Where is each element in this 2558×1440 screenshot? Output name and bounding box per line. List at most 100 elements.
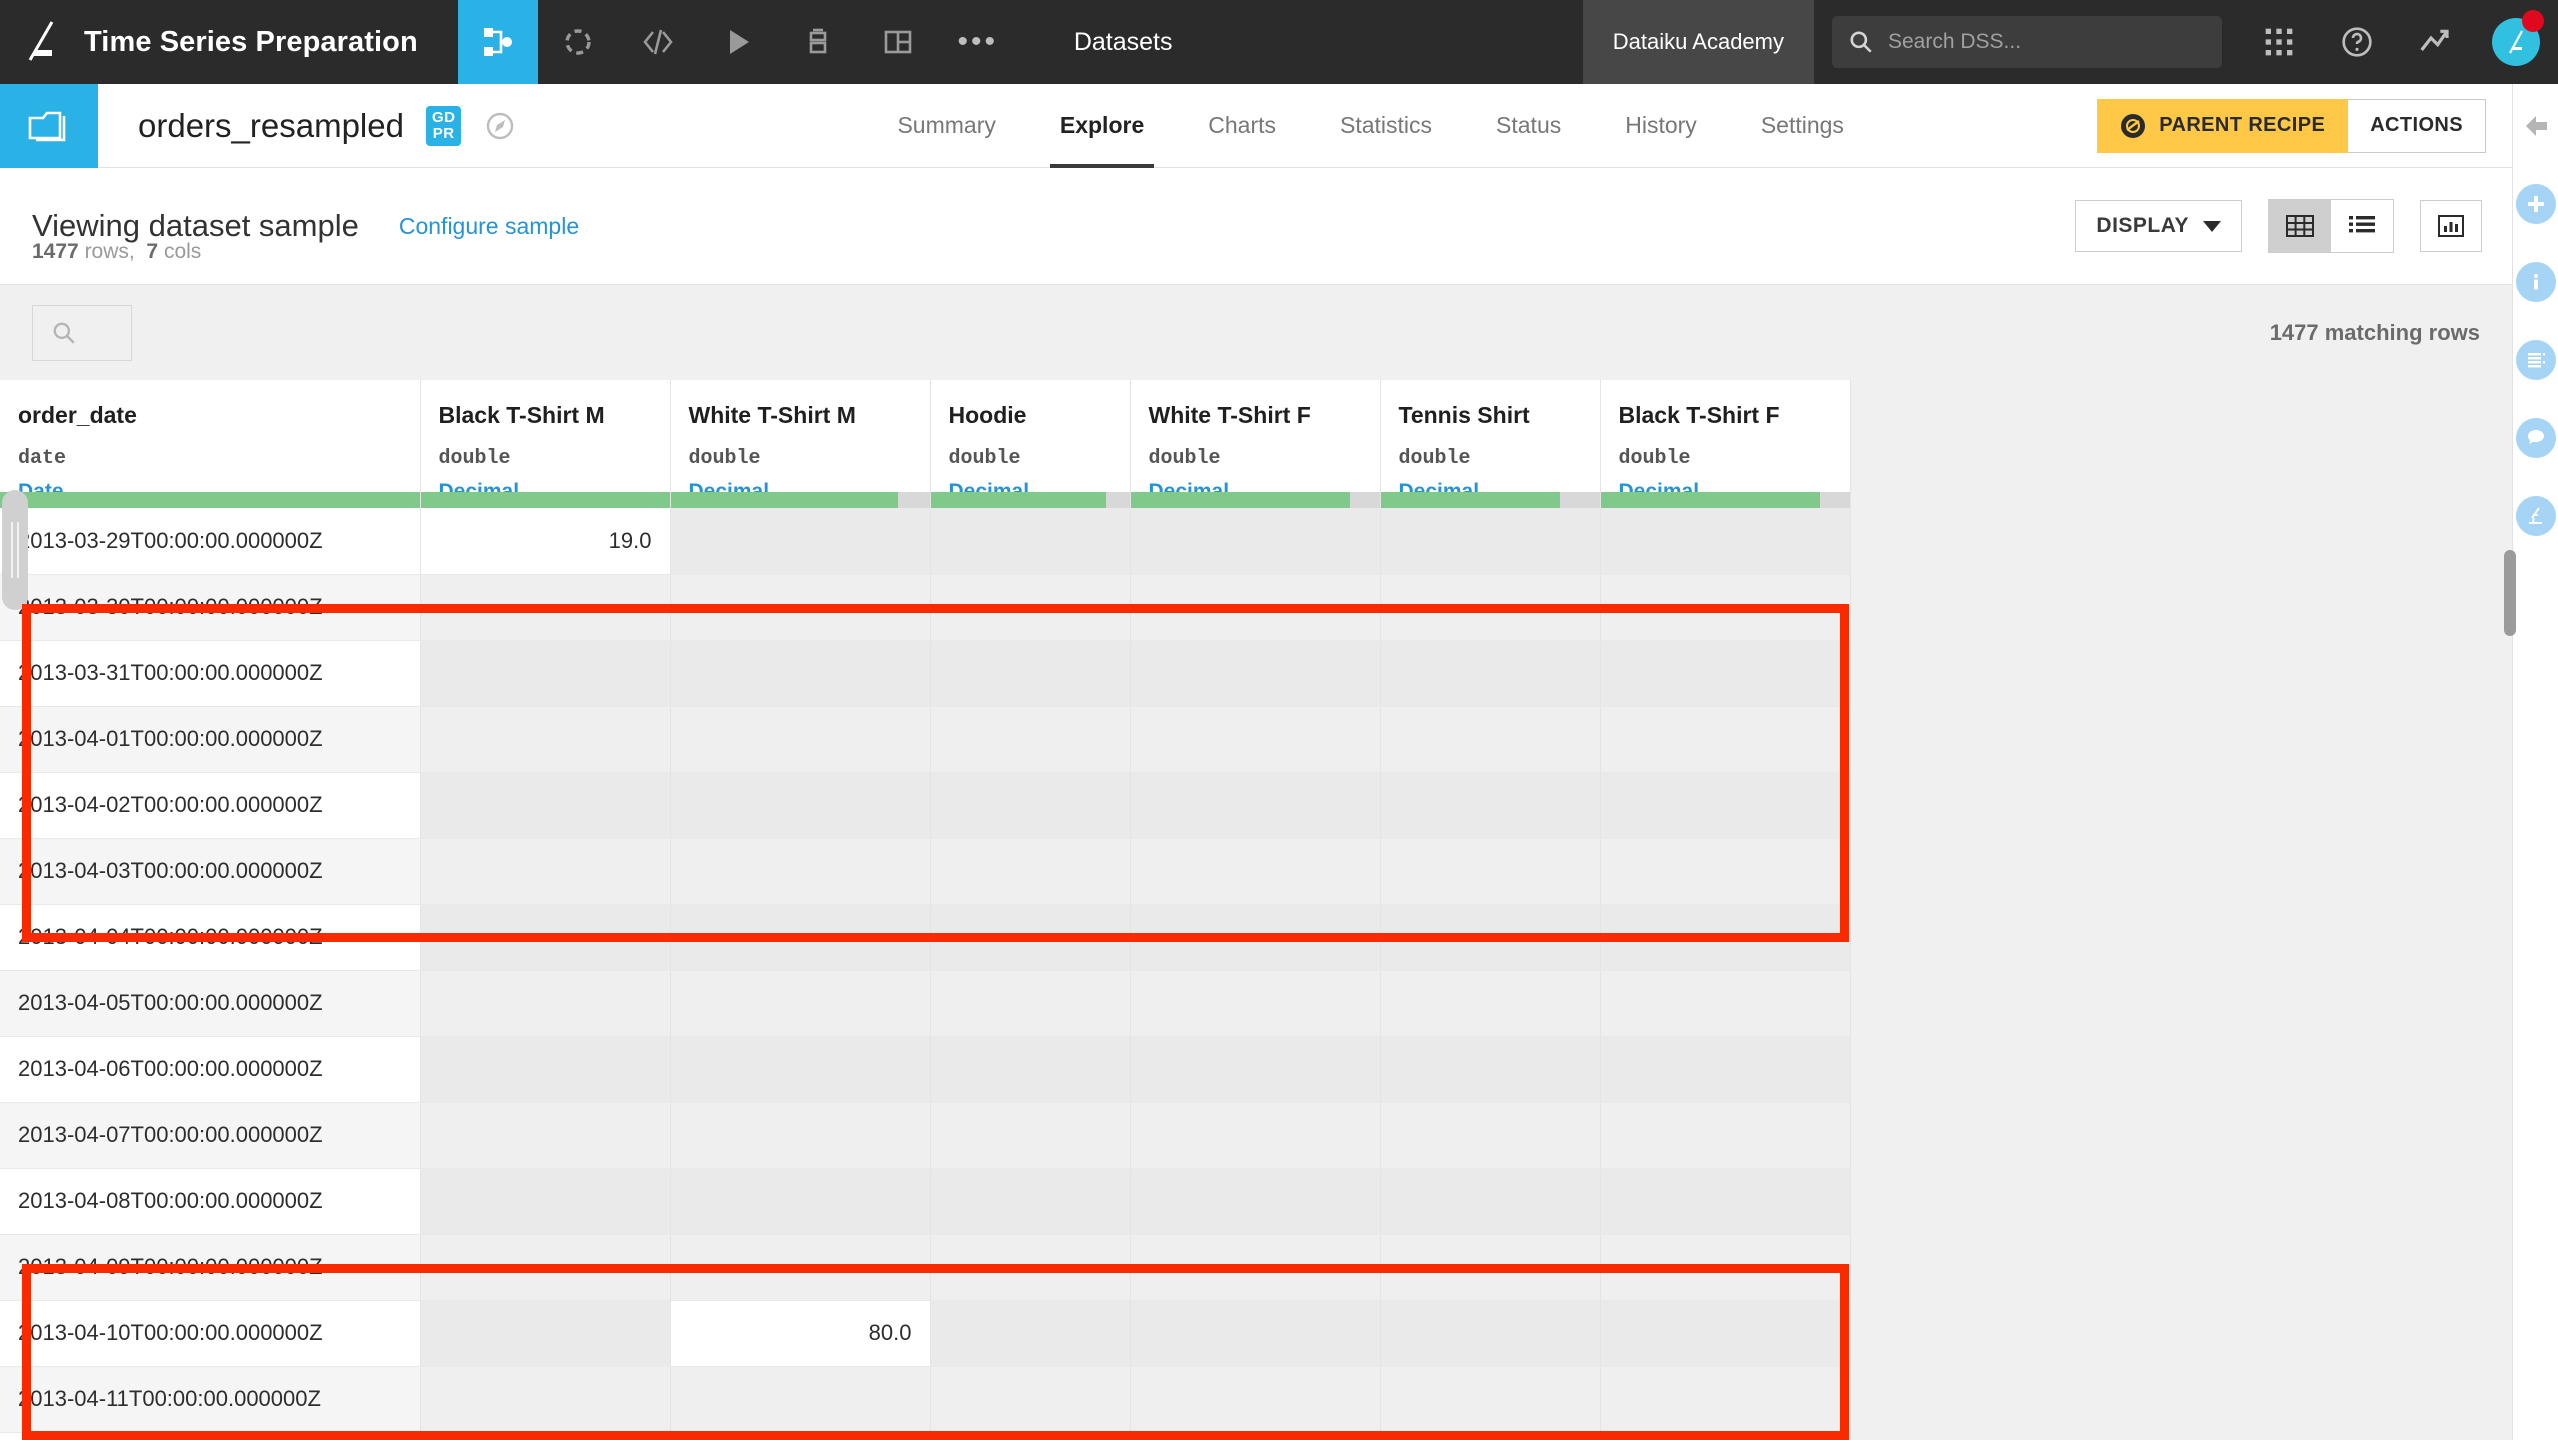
dataiku-logo-icon[interactable] [0,0,84,84]
cell-white-t-shirt-f[interactable] [1130,1168,1380,1234]
cell-white-t-shirt-m[interactable] [670,1168,930,1234]
table-row[interactable]: 2013-03-29T00:00:00.000000Z19.0 [0,508,1850,574]
list-view-icon[interactable] [2331,200,2393,252]
table-row[interactable]: 2013-04-12T00:00:00.000000Z [0,1432,1850,1440]
cell-white-t-shirt-m[interactable] [670,1234,930,1300]
cell-white-t-shirt-f[interactable] [1130,1432,1380,1440]
cell-black-t-shirt-f[interactable] [1600,574,1850,640]
column-header-black-t-shirt-m[interactable]: Black T-Shirt MdoubleDecimal [420,380,670,508]
cell-black-t-shirt-m[interactable] [420,1102,670,1168]
nav-flow-icon[interactable] [458,0,538,84]
cell-white-t-shirt-m[interactable] [670,904,930,970]
cell-hoodie[interactable] [930,1102,1130,1168]
actions-button[interactable]: ACTIONS [2347,99,2486,153]
cell-black-t-shirt-m[interactable] [420,1036,670,1102]
cell-tennis-shirt[interactable] [1380,1036,1600,1102]
tab-explore[interactable]: Explore [1028,84,1176,168]
cell-white-t-shirt-m[interactable]: 80.0 [670,1300,930,1366]
cell-black-t-shirt-f[interactable] [1600,1300,1850,1366]
cell-tennis-shirt[interactable] [1380,1102,1600,1168]
cell-hoodie[interactable] [930,970,1130,1036]
cell-black-t-shirt-m[interactable] [420,574,670,640]
cell-white-t-shirt-f[interactable] [1130,640,1380,706]
cell-black-t-shirt-f[interactable] [1600,970,1850,1036]
cell-order-date[interactable]: 2013-03-29T00:00:00.000000Z [0,508,420,574]
cell-tennis-shirt[interactable] [1380,1234,1600,1300]
compass-icon[interactable] [483,109,517,143]
cell-order-date[interactable]: 2013-03-31T00:00:00.000000Z [0,640,420,706]
cell-black-t-shirt-m[interactable] [420,1432,670,1440]
cell-white-t-shirt-f[interactable] [1130,1102,1380,1168]
cell-tennis-shirt[interactable] [1380,1300,1600,1366]
cell-white-t-shirt-m[interactable] [670,1102,930,1168]
table-row[interactable]: 2013-04-02T00:00:00.000000Z [0,772,1850,838]
cell-white-t-shirt-f[interactable] [1130,1366,1380,1432]
sidebar-drag-handle[interactable] [2,490,28,610]
cell-black-t-shirt-f[interactable] [1600,772,1850,838]
project-title[interactable]: Time Series Preparation [84,0,458,84]
apps-grid-icon[interactable] [2240,0,2318,84]
cell-black-t-shirt-m[interactable]: 19.0 [420,508,670,574]
help-icon[interactable] [2318,0,2396,84]
table-row[interactable]: 2013-04-03T00:00:00.000000Z [0,838,1850,904]
cell-black-t-shirt-f[interactable] [1600,1234,1850,1300]
cell-tennis-shirt[interactable] [1380,1168,1600,1234]
cell-black-t-shirt-m[interactable] [420,706,670,772]
nav-dashboard-icon[interactable] [858,0,938,84]
cell-black-t-shirt-m[interactable] [420,970,670,1036]
cell-order-date[interactable]: 2013-04-06T00:00:00.000000Z [0,1036,420,1102]
table-row[interactable]: 2013-04-10T00:00:00.000000Z80.0 [0,1300,1850,1366]
info-icon[interactable] [2516,262,2556,302]
academy-button[interactable]: Dataiku Academy [1583,0,1814,84]
activity-icon[interactable] [2396,0,2474,84]
cell-order-date[interactable]: 2013-04-12T00:00:00.000000Z [0,1432,420,1440]
cell-black-t-shirt-f[interactable] [1600,904,1850,970]
cell-black-t-shirt-m[interactable] [420,1366,670,1432]
vertical-scrollbar-thumb[interactable] [2504,550,2516,636]
cell-order-date[interactable]: 2013-04-11T00:00:00.000000Z [0,1366,420,1432]
cell-hoodie[interactable] [930,772,1130,838]
table-row[interactable]: 2013-04-05T00:00:00.000000Z [0,970,1850,1036]
cell-hoodie[interactable] [930,1366,1130,1432]
tab-charts[interactable]: Charts [1176,84,1308,168]
cell-order-date[interactable]: 2013-04-08T00:00:00.000000Z [0,1168,420,1234]
gdpr-badge[interactable]: GD PR [426,106,462,146]
cell-white-t-shirt-f[interactable] [1130,970,1380,1036]
cell-hoodie[interactable] [930,508,1130,574]
cell-white-t-shirt-f[interactable] [1130,838,1380,904]
data-grid-container[interactable]: order_datedateDateBlack T-Shirt MdoubleD… [0,380,2512,1440]
cell-white-t-shirt-m[interactable] [670,772,930,838]
cell-order-date[interactable]: 2013-04-03T00:00:00.000000Z [0,838,420,904]
cell-white-t-shirt-m[interactable] [670,706,930,772]
cell-order-date[interactable]: 2013-04-09T00:00:00.000000Z [0,1234,420,1300]
cell-hoodie[interactable] [930,904,1130,970]
tab-history[interactable]: History [1593,84,1729,168]
cell-hoodie[interactable] [930,574,1130,640]
cell-tennis-shirt[interactable] [1380,772,1600,838]
column-header-black-t-shirt-f[interactable]: Black T-Shirt FdoubleDecimal [1600,380,1850,508]
cell-black-t-shirt-f[interactable] [1600,1036,1850,1102]
cell-white-t-shirt-m[interactable] [670,640,930,706]
cell-black-t-shirt-f[interactable] [1600,640,1850,706]
table-row[interactable]: 2013-03-30T00:00:00.000000Z [0,574,1850,640]
tab-settings[interactable]: Settings [1729,84,1876,168]
cell-tennis-shirt[interactable] [1380,574,1600,640]
nav-lab-icon[interactable] [538,0,618,84]
cell-hoodie[interactable] [930,1036,1130,1102]
details-icon[interactable] [2516,340,2556,380]
cell-black-t-shirt-f[interactable] [1600,1168,1850,1234]
tab-statistics[interactable]: Statistics [1308,84,1464,168]
cell-search-input[interactable] [32,305,132,361]
cell-order-date[interactable]: 2013-04-01T00:00:00.000000Z [0,706,420,772]
column-header-white-t-shirt-f[interactable]: White T-Shirt FdoubleDecimal [1130,380,1380,508]
table-row[interactable]: 2013-04-11T00:00:00.000000Z [0,1366,1850,1432]
cell-hoodie[interactable] [930,838,1130,904]
configure-sample-link[interactable]: Configure sample [399,213,579,240]
column-header-hoodie[interactable]: HoodiedoubleDecimal [930,380,1130,508]
cell-black-t-shirt-f[interactable] [1600,508,1850,574]
cell-black-t-shirt-f[interactable] [1600,1102,1850,1168]
cell-tennis-shirt[interactable] [1380,1432,1600,1440]
cell-black-t-shirt-m[interactable] [420,1300,670,1366]
parent-recipe-button[interactable]: PARENT RECIPE [2097,99,2347,153]
display-button[interactable]: DISPLAY [2075,200,2242,252]
